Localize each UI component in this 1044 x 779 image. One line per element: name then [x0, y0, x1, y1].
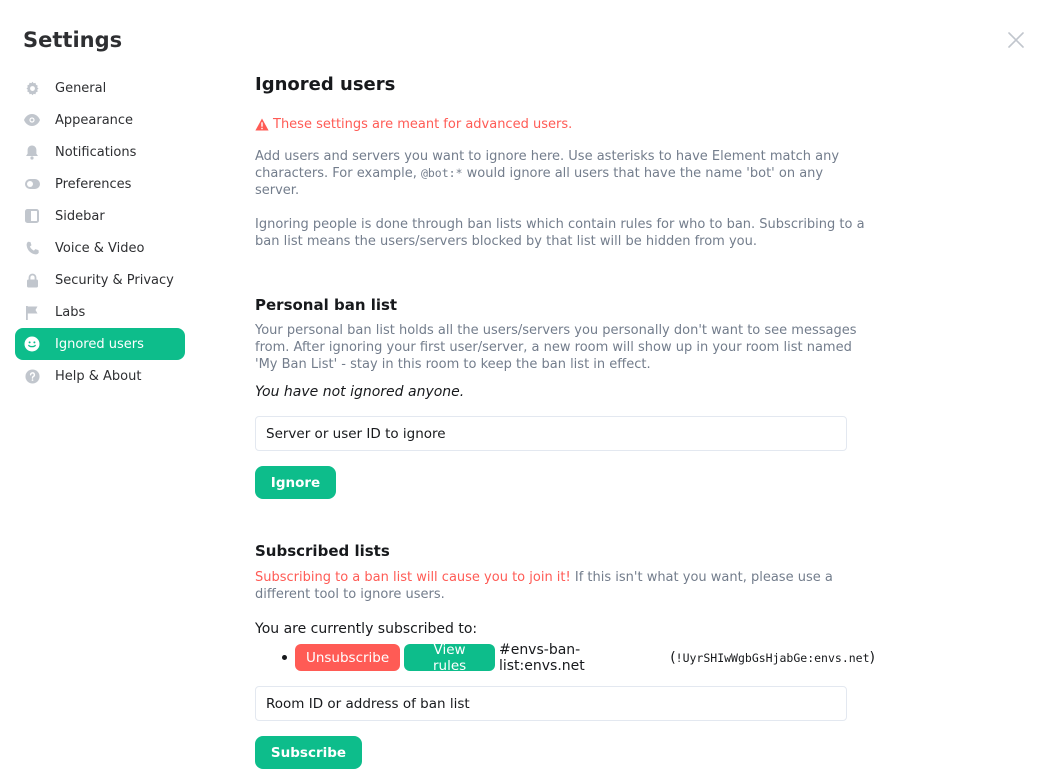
sidebar-item-label: Ignored users	[55, 336, 144, 352]
sidebar-item-label: Appearance	[55, 112, 134, 128]
dialog-title: Settings	[23, 28, 123, 52]
sidebar-item-label: Help & About	[55, 368, 142, 384]
ban-list-room-alias: #envs-ban-list:envs.net	[498, 641, 585, 674]
close-icon[interactable]	[1006, 30, 1026, 50]
subscribed-lists-heading: Subscribed lists	[255, 542, 390, 560]
room-id-value: !UyrSHIwWgbGsHjabGe:envs.net	[675, 650, 870, 665]
current-subscriptions-label: You are currently subscribed to:	[255, 621, 478, 637]
sidebar-item-ignored-users[interactable]: Ignored users	[15, 328, 185, 360]
sidebar-item-label: Labs	[55, 304, 86, 320]
sidebar-item-label: General	[55, 80, 107, 96]
toggle-icon	[24, 176, 40, 192]
flag-icon	[24, 304, 40, 320]
view-rules-button[interactable]: View rules	[404, 642, 495, 674]
ignore-button[interactable]: Ignore	[255, 466, 336, 499]
empty-state: You have not ignored anyone.	[255, 384, 465, 400]
sidebar-item-notifications[interactable]: Notifications	[15, 136, 185, 168]
subscribe-button[interactable]: Subscribe	[255, 736, 362, 769]
ban-list-explainer: Ignoring people is done through ban list…	[255, 217, 865, 249]
sidebar-item-sidebar[interactable]: Sidebar	[15, 200, 185, 232]
sidebar-item-label: Sidebar	[55, 208, 105, 224]
personal-ban-list-description: Your personal ban list holds all the use…	[255, 323, 857, 372]
sidebar-item-preferences[interactable]: Preferences	[15, 168, 185, 200]
eye-icon	[24, 112, 40, 128]
ban-list-room-id: (!UyrSHIwWgbGsHjabGe:envs.net)	[670, 650, 875, 666]
settings-sidebar: General Appearance Notifications Prefere…	[15, 72, 185, 392]
unsubscribe-button[interactable]: Unsubscribe	[294, 644, 401, 671]
personal-ban-list-heading: Personal ban list	[255, 296, 398, 314]
sidebar-item-voice-video[interactable]: Voice & Video	[15, 232, 185, 264]
ignore-target-input[interactable]	[255, 416, 847, 451]
help-icon	[24, 368, 40, 384]
subscribe-warning: Subscribing to a ban list will cause you…	[255, 569, 875, 603]
page-title: Ignored users	[255, 74, 396, 95]
sidebar-item-appearance[interactable]: Appearance	[15, 104, 185, 136]
smiley-icon	[24, 336, 40, 352]
sidebar-item-general[interactable]: General	[15, 72, 185, 104]
sidebar-icon	[24, 208, 40, 224]
ban-list-address-input[interactable]	[255, 686, 847, 721]
bell-icon	[24, 144, 40, 160]
advanced-warning-text: These settings are meant for advanced us…	[273, 116, 573, 132]
ignored-users-panel: Ignored users These settings are meant f…	[255, 72, 875, 769]
sidebar-item-labs[interactable]: Labs	[15, 296, 185, 328]
sidebar-item-label: Notifications	[55, 144, 137, 160]
sidebar-item-label: Voice & Video	[55, 240, 145, 256]
lock-icon	[24, 272, 40, 288]
sidebar-item-security-privacy[interactable]: Security & Privacy	[15, 264, 185, 296]
subscribe-warning-alert: Subscribing to a ban list will cause you…	[255, 570, 571, 585]
phone-icon	[24, 240, 40, 256]
sidebar-item-label: Security & Privacy	[55, 272, 174, 288]
bullet	[282, 655, 287, 660]
list-item: Unsubscribe View rules #envs-ban-list:en…	[255, 641, 875, 674]
sidebar-item-help-about[interactable]: Help & About	[15, 360, 185, 392]
gear-icon	[24, 80, 40, 96]
warning-icon	[255, 118, 269, 130]
intro-text: Add users and servers you want to ignore…	[255, 148, 855, 199]
paren: )	[869, 649, 875, 666]
example-pattern: @bot:*	[420, 166, 463, 180]
advanced-warning: These settings are meant for advanced us…	[255, 115, 875, 133]
sidebar-item-label: Preferences	[55, 176, 132, 192]
